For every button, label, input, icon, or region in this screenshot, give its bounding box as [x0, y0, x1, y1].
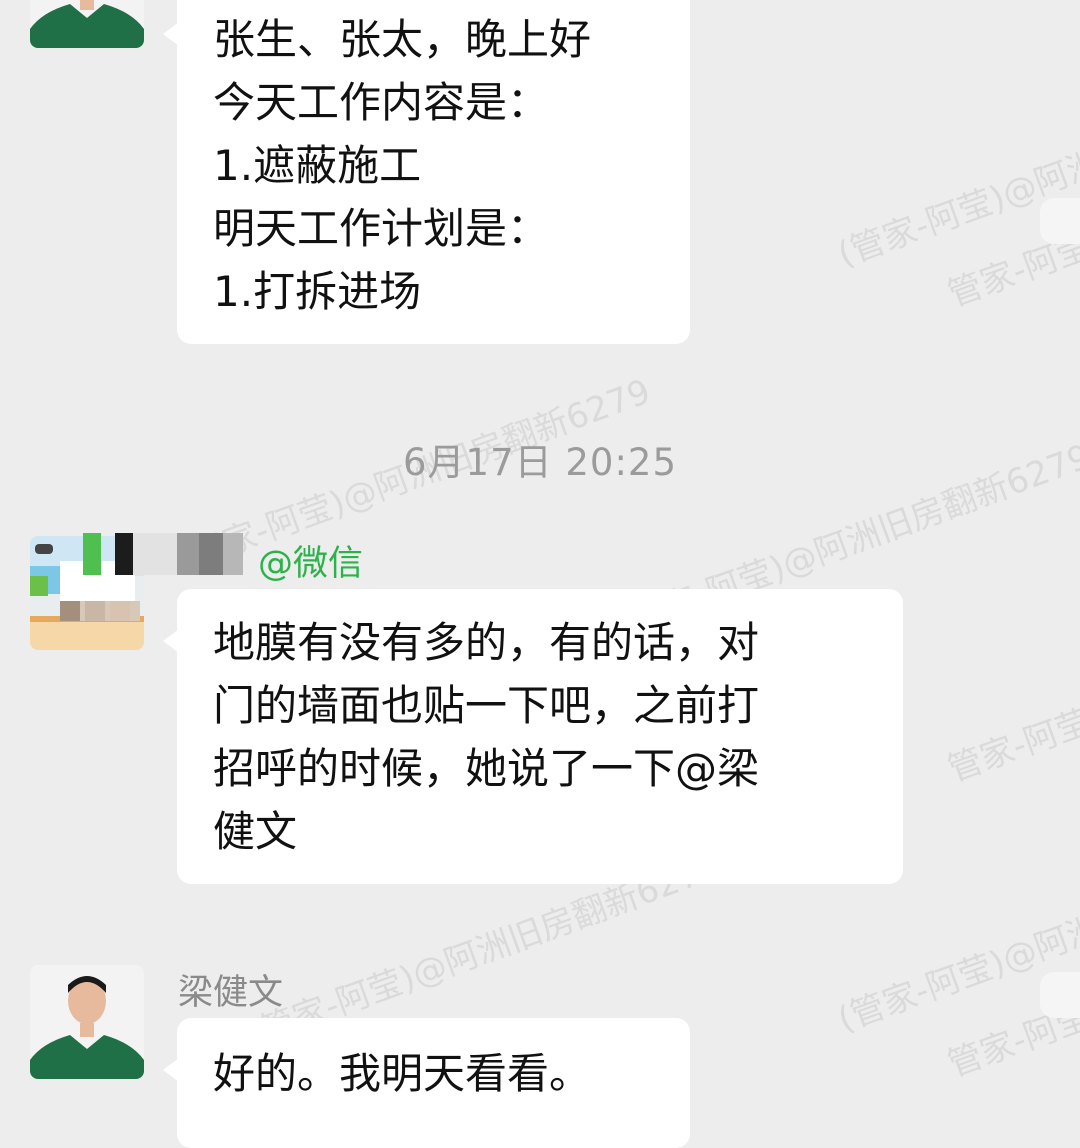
sender-suffix: @微信	[258, 544, 364, 584]
message-line: 门的墙面也贴一下吧，之前打	[213, 681, 760, 730]
avatar[interactable]	[30, 965, 144, 1079]
message-line: 招呼的时候，她说了一下@梁	[213, 744, 760, 793]
sender-name: 梁健文	[178, 973, 284, 1013]
message-bubble[interactable]: 张生、张太，晚上好 今天工作内容是： 1.遮蔽施工 明天工作计划是： 1.打拆进…	[163, 0, 690, 344]
partial-bubble	[1040, 972, 1080, 1018]
message-line: 好的。我明天看看。	[213, 1049, 592, 1098]
partial-bubble	[1040, 198, 1080, 244]
message-bubble[interactable]: 地膜有没有多的，有的话，对 门的墙面也贴一下吧，之前打 招呼的时候，她说了一下@…	[163, 589, 903, 884]
message-bubble[interactable]: 好的。我明天看看。	[163, 1018, 690, 1148]
timestamp: 6月17日 20:25	[402, 441, 677, 484]
watermark: (管家-阿莹)@阿洲旧房翻新6279	[832, 66, 1080, 276]
person-avatar-icon	[30, 0, 144, 48]
watermark: 管家-阿莹	[942, 701, 1080, 791]
message-line: 张生、张太，晚上好	[213, 15, 592, 64]
message-line: 1.打拆进场	[213, 267, 422, 316]
sender-name-redacted	[83, 533, 257, 575]
message-line: 1.遮蔽施工	[213, 141, 422, 190]
message-line: 今天工作内容是：	[213, 78, 550, 127]
avatar[interactable]	[30, 0, 144, 48]
person-avatar-icon	[30, 965, 144, 1079]
message-line: 明天工作计划是：	[213, 204, 550, 253]
message-line: 地膜有没有多的，有的话，对	[213, 618, 760, 667]
message-line: 健文	[213, 807, 298, 856]
